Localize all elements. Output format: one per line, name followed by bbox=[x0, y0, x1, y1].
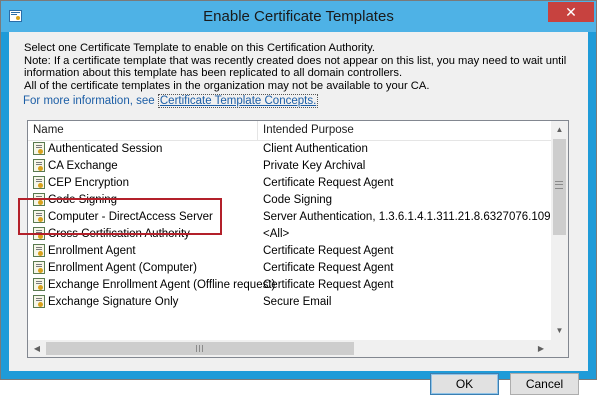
list-item[interactable]: Enrollment Agent (Computer) Certificate R… bbox=[28, 260, 551, 277]
vertical-scroll-thumb[interactable] bbox=[553, 139, 566, 235]
title-bar[interactable]: Enable Certificate Templates ✕ bbox=[1, 1, 596, 32]
template-purpose: Secure Email bbox=[263, 296, 332, 308]
list-item[interactable]: Exchange Enrollment Agent (Offline reque… bbox=[28, 277, 551, 294]
certificate-template-icon bbox=[33, 159, 45, 172]
column-header-intended-purpose[interactable]: Intended Purpose bbox=[259, 121, 568, 140]
description-line: Select one Certificate Template to enabl… bbox=[24, 42, 375, 54]
vertical-scrollbar[interactable]: ▲ ▼ bbox=[551, 121, 568, 340]
certificate-template-icon bbox=[33, 261, 45, 274]
ok-button[interactable]: OK bbox=[430, 373, 499, 395]
horizontal-scrollbar[interactable]: ◀ ▶ bbox=[28, 340, 551, 357]
list-header: Name Intended Purpose bbox=[28, 121, 568, 141]
certificate-template-icon bbox=[33, 244, 45, 257]
dialog-window: Enable Certificate Templates ✕ Select on… bbox=[0, 0, 597, 395]
close-icon: ✕ bbox=[565, 4, 577, 20]
list-item[interactable]: Authenticated Session Client Authenticati… bbox=[28, 141, 551, 158]
description-line: information about this template has been… bbox=[24, 67, 403, 80]
template-purpose: Certificate Request Agent bbox=[263, 245, 394, 257]
certificate-template-icon bbox=[33, 142, 45, 155]
template-name: Exchange Signature Only bbox=[48, 296, 179, 308]
certificate-template-concepts-link[interactable]: Certificate Template Concepts. bbox=[157, 94, 319, 108]
column-header-name[interactable]: Name bbox=[28, 121, 258, 140]
certificate-template-icon bbox=[33, 176, 45, 189]
arrow-left-icon[interactable]: ◀ bbox=[30, 340, 44, 357]
template-name: Enrollment Agent bbox=[48, 245, 136, 257]
template-purpose: Code Signing bbox=[263, 194, 333, 206]
cancel-button[interactable]: Cancel bbox=[510, 373, 579, 395]
description-text: Select one Certificate Template to enabl… bbox=[24, 42, 584, 92]
template-purpose: Client Authentication bbox=[263, 143, 368, 155]
list-item[interactable]: CEP Encryption Certificate Request Agent bbox=[28, 175, 551, 192]
template-name: Enrollment Agent (Computer) bbox=[48, 262, 197, 274]
grip-icon bbox=[555, 181, 563, 189]
certificate-template-icon bbox=[33, 295, 45, 308]
template-purpose: Certificate Request Agent bbox=[263, 279, 394, 291]
template-name: Exchange Enrollment Agent (Offline reque… bbox=[48, 279, 276, 291]
arrow-up-icon[interactable]: ▲ bbox=[551, 123, 568, 137]
list-item[interactable]: Enrollment Agent Certificate Request Agen… bbox=[28, 243, 551, 260]
scrollbar-corner bbox=[551, 340, 568, 357]
template-name: Authenticated Session bbox=[48, 143, 163, 155]
certificate-template-icon bbox=[33, 278, 45, 291]
template-name: CEP Encryption bbox=[48, 177, 129, 189]
list-item[interactable]: Exchange Signature Only Secure Email bbox=[28, 294, 551, 311]
more-info-prefix: For more information, see bbox=[23, 95, 155, 107]
highlight-box bbox=[18, 198, 222, 235]
arrow-down-icon[interactable]: ▼ bbox=[551, 324, 568, 338]
template-purpose: Certificate Request Agent bbox=[263, 177, 394, 189]
close-button[interactable]: ✕ bbox=[548, 2, 594, 22]
window-title: Enable Certificate Templates bbox=[203, 8, 394, 25]
template-purpose: Certificate Request Agent bbox=[263, 262, 394, 274]
template-purpose: Server Authentication, 1.3.6.1.4.1.311.2… bbox=[263, 211, 551, 223]
list-rows: Authenticated Session Client Authenticati… bbox=[28, 141, 551, 341]
horizontal-scroll-thumb[interactable] bbox=[46, 342, 354, 355]
more-info: For more information, see Certificate Te… bbox=[23, 94, 319, 108]
template-purpose: Private Key Archival bbox=[263, 160, 366, 172]
template-purpose: <All> bbox=[263, 228, 290, 240]
list-item[interactable]: CA Exchange Private Key Archival bbox=[28, 158, 551, 175]
certificate-template-list[interactable]: Name Intended Purpose Authenticated Sess… bbox=[27, 120, 569, 358]
description-line: All of the certificate templates in the … bbox=[24, 79, 430, 92]
arrow-right-icon[interactable]: ▶ bbox=[534, 340, 548, 357]
template-name: CA Exchange bbox=[48, 160, 118, 172]
description-line: Note: If a certificate template that was… bbox=[24, 54, 567, 67]
grip-icon bbox=[196, 345, 204, 352]
